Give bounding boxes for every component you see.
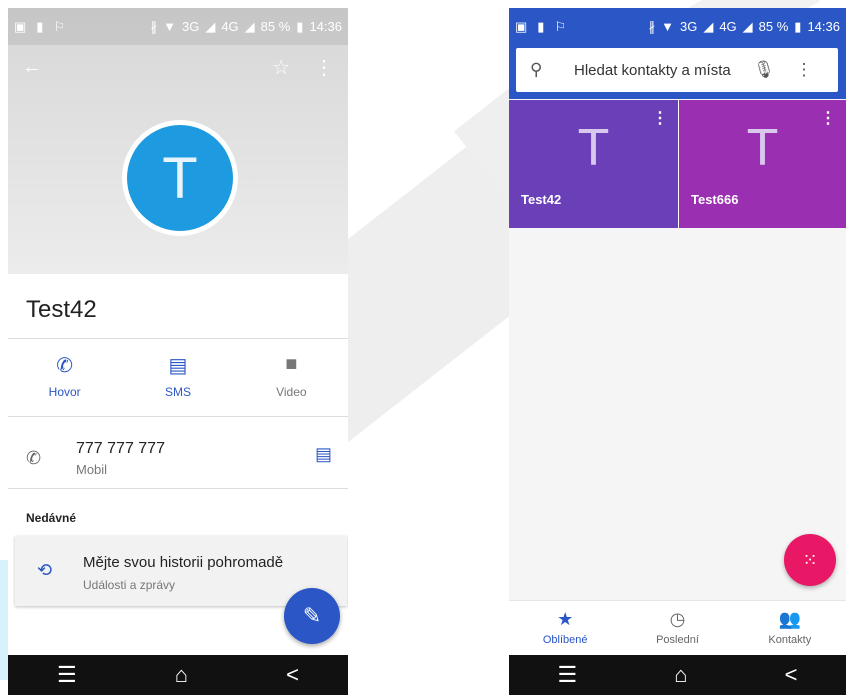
favorites-screen: ▣ ▮ ⚐ ∦ ▼ 3G ◢ 4G ◢ 85 % ▮ 14:36 ⚲ Hleda… bbox=[509, 8, 846, 695]
status-bar: ▣ ▮ ⚐ ∦ ▼ 3G ◢ 4G ◢ 85 % ▮ 14:36 bbox=[509, 8, 846, 45]
history-card-title: Mějte svou historii pohromadě bbox=[83, 554, 284, 571]
divider bbox=[8, 338, 348, 339]
status-bar: ▣ ▮ ⚐ ∦ ▼ 3G ◢ 4G ◢ 85 % ▮ 14:36 bbox=[8, 8, 348, 45]
favorites-grid: T ⋮ Test42 T ⋮ Test666 bbox=[509, 100, 846, 228]
quick-actions: ✆ Hovor ▤ SMS ■ Video bbox=[8, 353, 348, 399]
phone-icon: ✆ bbox=[56, 355, 74, 377]
tile-name: Test42 bbox=[521, 192, 562, 207]
wifi-icon: ▼ bbox=[661, 19, 674, 34]
edit-fab-button[interactable]: ✎ bbox=[284, 588, 340, 644]
battery-text: 85 % bbox=[758, 19, 789, 34]
network-label-2: 4G bbox=[719, 19, 737, 34]
message-icon[interactable]: ▤ bbox=[315, 444, 332, 465]
image-icon: ▣ bbox=[515, 18, 528, 34]
call-action-label: Hovor bbox=[48, 385, 81, 399]
tab-favorites[interactable]: ★ Oblíbené bbox=[509, 601, 621, 655]
wifi-icon: ▼ bbox=[163, 19, 176, 34]
network-label: 3G bbox=[679, 19, 698, 34]
tab-recent[interactable]: ◷ Poslední bbox=[621, 601, 733, 655]
home-icon[interactable]: ⌂ bbox=[175, 662, 188, 688]
phone-number: 777 777 777 bbox=[76, 440, 165, 457]
phone-number-row[interactable]: ✆ 777 777 777 Mobil ▤ bbox=[8, 438, 348, 488]
favorite-tile[interactable]: T ⋮ Test666 bbox=[679, 100, 846, 228]
signal-icon: ◢ bbox=[205, 18, 216, 34]
image-icon: ▣ bbox=[14, 18, 27, 34]
clock-text: 14:36 bbox=[309, 19, 342, 34]
flag-icon: ⚐ bbox=[53, 18, 66, 34]
sim-icon: ▮ bbox=[36, 18, 44, 34]
more-vert-icon[interactable]: ⋮ bbox=[820, 108, 836, 128]
menu-icon[interactable]: ☰ bbox=[558, 662, 578, 688]
network-label: 3G bbox=[181, 19, 200, 34]
signal-icon: ◢ bbox=[742, 18, 753, 34]
divider bbox=[8, 416, 348, 417]
sms-action-label: SMS bbox=[164, 385, 191, 399]
message-icon: ▤ bbox=[168, 355, 188, 377]
microphone-icon[interactable]: 🎙 bbox=[744, 60, 784, 80]
contact-name: Test42 bbox=[26, 296, 97, 323]
back-arrow-icon[interactable]: ← bbox=[22, 56, 42, 79]
clock-icon: ◷ bbox=[669, 609, 686, 629]
star-icon: ★ bbox=[557, 609, 574, 629]
more-vert-icon[interactable]: ⋮ bbox=[314, 55, 334, 80]
phone-icon: ✆ bbox=[26, 448, 42, 468]
battery-icon: ▮ bbox=[296, 18, 304, 34]
history-card-subtitle: Události a zprávy bbox=[83, 578, 176, 592]
system-nav-bar: ☰ ⌂ < bbox=[8, 655, 348, 695]
phone-type-label: Mobil bbox=[76, 462, 108, 477]
contact-avatar: T bbox=[122, 120, 238, 236]
search-icon: ⚲ bbox=[530, 60, 543, 79]
tab-favorites-label: Oblíbené bbox=[542, 634, 588, 646]
menu-icon[interactable]: ☰ bbox=[57, 662, 77, 688]
sms-action-button[interactable]: ▤ SMS bbox=[121, 353, 234, 399]
back-icon[interactable]: < bbox=[785, 662, 798, 688]
dialpad-fab-button[interactable]: ⁙ bbox=[784, 534, 836, 586]
battery-icon: ▮ bbox=[794, 18, 802, 34]
history-icon: ⟲ bbox=[37, 560, 53, 580]
signal-icon: ◢ bbox=[244, 18, 255, 34]
dialpad-icon: ⁙ bbox=[802, 549, 818, 570]
bottom-navigation: ★ Oblíbené ◷ Poslední 👥 Kontakty bbox=[509, 600, 846, 655]
more-vert-icon[interactable]: ⋮ bbox=[652, 108, 668, 128]
recent-heading: Nedávné bbox=[26, 511, 77, 525]
search-bar-container: ⚲ Hledat kontakty a místa 🎙 ⋮ bbox=[509, 45, 846, 99]
signal-icon: ◢ bbox=[703, 18, 714, 34]
system-nav-bar: ☰ ⌂ < bbox=[509, 655, 846, 695]
back-icon[interactable]: < bbox=[286, 662, 299, 688]
favorite-tile[interactable]: T ⋮ Test42 bbox=[509, 100, 679, 228]
pencil-icon: ✎ bbox=[302, 603, 322, 628]
tab-contacts-label: Kontakty bbox=[768, 634, 812, 646]
app-bar: ← ☆ ⋮ bbox=[8, 45, 348, 89]
search-input[interactable]: Hledat kontakty a místa bbox=[564, 62, 744, 79]
home-icon[interactable]: ⌂ bbox=[674, 662, 687, 688]
battery-text: 85 % bbox=[260, 19, 291, 34]
sim-icon: ▮ bbox=[537, 18, 545, 34]
flag-icon: ⚐ bbox=[554, 18, 567, 34]
tile-name: Test666 bbox=[691, 192, 739, 207]
clock-text: 14:36 bbox=[807, 19, 840, 34]
contact-detail-screen: ▣ ▮ ⚐ ∦ ▼ 3G ◢ 4G ◢ 85 % ▮ 14:36 ← ☆ ⋮ T… bbox=[8, 8, 348, 695]
tab-contacts[interactable]: 👥 Kontakty bbox=[734, 601, 846, 655]
video-action-button[interactable]: ■ Video bbox=[235, 353, 348, 399]
divider bbox=[8, 488, 348, 489]
tab-recent-label: Poslední bbox=[656, 634, 699, 646]
more-vert-icon[interactable]: ⋮ bbox=[784, 60, 824, 80]
call-action-button[interactable]: ✆ Hovor bbox=[8, 353, 121, 399]
video-action-label: Video bbox=[276, 385, 307, 399]
people-icon: 👥 bbox=[778, 609, 802, 629]
network-label-2: 4G bbox=[221, 19, 239, 34]
video-icon: ■ bbox=[285, 353, 298, 375]
star-outline-icon[interactable]: ☆ bbox=[272, 55, 290, 80]
bluetooth-icon: ∦ bbox=[648, 18, 656, 34]
search-box[interactable]: ⚲ Hledat kontakty a místa 🎙 ⋮ bbox=[516, 48, 838, 92]
bluetooth-icon: ∦ bbox=[150, 18, 158, 34]
